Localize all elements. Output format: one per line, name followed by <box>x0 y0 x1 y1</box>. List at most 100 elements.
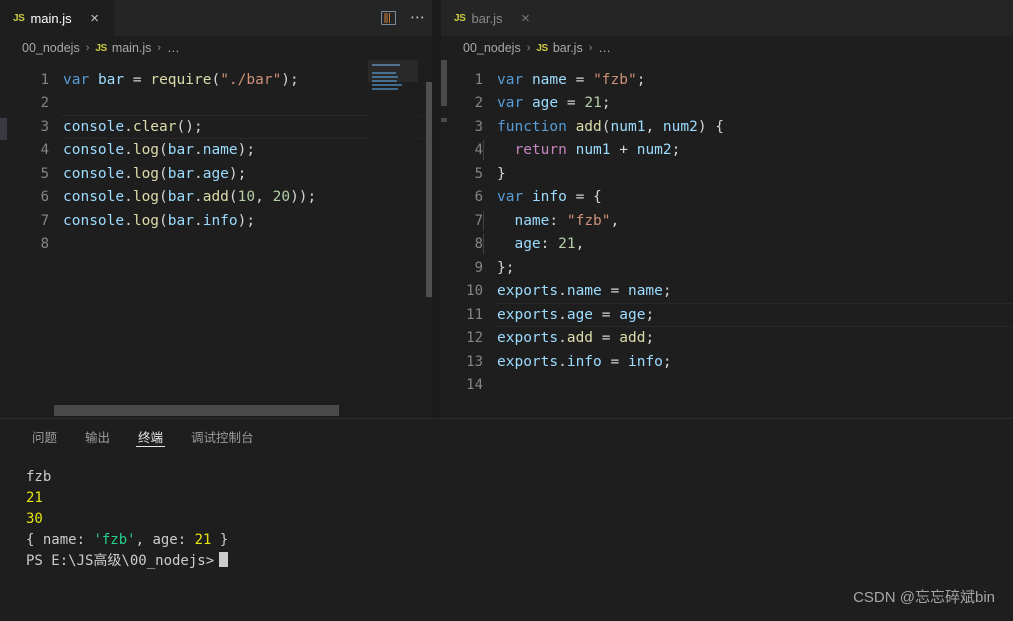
tab-main-js[interactable]: JS main.js × <box>0 0 114 36</box>
code-line[interactable]: 3 function add(num1, num2) { <box>441 115 1013 139</box>
code-line[interactable]: 7 console.log(bar.info); <box>7 209 440 233</box>
code-token: ( <box>159 142 168 159</box>
line-number: 11 <box>466 306 483 323</box>
code-token: exports <box>497 353 559 370</box>
code-line[interactable]: 1 var bar = require("./bar"); <box>7 68 440 92</box>
code-area-left[interactable]: 1 var bar = require("./bar"); 2 3 console.cl… <box>0 60 440 418</box>
line-text: console.clear(); <box>49 119 203 135</box>
panel-tab-3[interactable]: 调试控制台 <box>177 419 268 453</box>
line-number: 5 <box>474 165 483 182</box>
vscode-window: JS main.js × ⋯ 00_nodejs › JS main.js › … <box>0 0 1013 621</box>
code-line[interactable]: 13 exports.info = info; <box>441 350 1013 374</box>
breadcrumb-file[interactable]: bar.js <box>553 41 583 55</box>
code-token: }; <box>497 259 515 276</box>
terminal-text: 30 <box>26 511 43 527</box>
code-line[interactable]: 2 <box>7 92 440 116</box>
code-line[interactable]: 10 exports.name = name; <box>441 280 1013 304</box>
code-token: . <box>193 212 203 229</box>
line-text: console.log(bar.name); <box>49 142 255 158</box>
code-token: log <box>132 189 160 206</box>
code-line[interactable]: 4 console.log(bar.name); <box>7 139 440 163</box>
bottom-panel: 问题 输出 终端 调试控制台 fzb 21 30 { name: 'fzb', age: 2… <box>0 418 1013 621</box>
breadcrumb-separator: › <box>85 42 90 54</box>
panel-tab-1[interactable]: 输出 <box>71 419 124 453</box>
overview-decoration-left <box>0 60 7 418</box>
code-token: ); <box>228 165 247 182</box>
code-token: age <box>202 165 229 182</box>
more-actions-icon[interactable]: ⋯ <box>410 10 426 25</box>
code-line[interactable]: 6 console.log(bar.add(10, 20)); <box>7 186 440 210</box>
editor-group-area: JS main.js × ⋯ 00_nodejs › JS main.js › … <box>0 0 1013 418</box>
code-line[interactable]: 1 var name = "fzb"; <box>441 68 1013 92</box>
line-number: 7 <box>40 212 49 229</box>
line-text: } <box>483 166 506 182</box>
code-token: : <box>549 212 567 229</box>
line-number: 7 <box>474 212 483 229</box>
terminal-text: PS E:\JS高级\00_nodejs> <box>26 553 215 569</box>
breadcrumb-folder[interactable]: 00_nodejs <box>463 41 521 55</box>
breadcrumb-ellipsis[interactable]: … <box>598 41 611 55</box>
code-token: 20 <box>272 189 291 206</box>
tab-bar-js[interactable]: JS bar.js × <box>441 0 545 36</box>
line-number: 2 <box>40 95 49 112</box>
js-file-icon: JS <box>95 42 107 54</box>
terminal-text: 21 <box>194 532 212 548</box>
code-line[interactable]: 5 console.log(bar.age); <box>7 162 440 186</box>
code-token: . <box>124 212 133 229</box>
line-number: 12 <box>466 330 483 347</box>
breadcrumb-file[interactable]: main.js <box>112 41 152 55</box>
line-text: exports.name = name; <box>483 283 672 299</box>
close-icon[interactable]: × <box>88 11 102 26</box>
close-icon[interactable]: × <box>519 11 533 26</box>
editor-pane-right: JS bar.js × 00_nodejs › JS bar.js › … 1v… <box>441 0 1013 418</box>
code-token: = <box>593 330 620 347</box>
code-line[interactable]: 8 <box>7 233 440 257</box>
line-text: var bar = require("./bar"); <box>49 72 299 88</box>
code-token: add <box>202 189 229 206</box>
breadcrumb-ellipsis[interactable]: … <box>167 41 180 55</box>
panel-tab-0[interactable]: 问题 <box>18 419 71 453</box>
terminal-line: fzb <box>26 467 1013 488</box>
code-line[interactable]: 6 var info = { <box>441 186 1013 210</box>
code-token: = { <box>566 189 602 206</box>
code-token: bar <box>167 142 194 159</box>
code-token: ( <box>159 189 168 206</box>
code-token: = <box>558 95 585 112</box>
code-token: . <box>193 189 203 206</box>
code-lines-left[interactable]: 1 var bar = require("./bar"); 2 3 console.cl… <box>7 60 440 418</box>
code-line[interactable]: 14 <box>441 374 1013 398</box>
code-token: ); <box>281 71 299 88</box>
breadcrumb-left: 00_nodejs › JS main.js › … <box>0 36 440 60</box>
code-line[interactable]: 12 exports.add = add; <box>441 327 1013 351</box>
code-line[interactable]: 4 return num1 + num2; <box>441 139 1013 163</box>
code-area-right[interactable]: 1 var name = "fzb"; 2 var age = 21; 3 functio… <box>441 60 1013 418</box>
terminal-line: PS E:\JS高级\00_nodejs> <box>26 551 1013 572</box>
code-line[interactable]: 2 var age = 21; <box>441 92 1013 116</box>
breadcrumb-folder[interactable]: 00_nodejs <box>22 41 80 55</box>
panel-tab-2[interactable]: 终端 <box>124 419 177 453</box>
indent-guide <box>483 210 484 231</box>
code-token: num1 <box>610 118 646 135</box>
code-line[interactable]: 5} <box>441 162 1013 186</box>
split-editor-icon[interactable] <box>381 11 396 25</box>
code-token: var <box>497 95 524 112</box>
code-token: console <box>63 189 125 206</box>
code-line[interactable]: 11 exports.age = age; <box>441 303 1013 327</box>
code-line[interactable]: 8 age: 21, <box>441 233 1013 257</box>
code-line[interactable]: 9}; <box>441 256 1013 280</box>
code-token: (); <box>176 118 203 135</box>
code-lines-right[interactable]: 1 var name = "fzb"; 2 var age = 21; 3 functio… <box>441 60 1013 418</box>
code-token: ( <box>159 165 168 182</box>
scrollbar-thumb[interactable] <box>54 405 339 416</box>
terminal-line: { name: 'fzb', age: 21 } <box>26 530 1013 551</box>
pane-divider[interactable] <box>432 0 440 418</box>
code-token: add <box>566 330 594 347</box>
code-token: ); <box>237 212 256 229</box>
horizontal-scrollbar-left[interactable] <box>54 405 418 416</box>
code-line[interactable]: 3 console.clear(); <box>7 115 440 139</box>
code-line[interactable]: 7 name: "fzb", <box>441 209 1013 233</box>
tabbar-left: JS main.js × ⋯ <box>0 0 440 36</box>
code-token: name <box>627 283 663 300</box>
line-number: 3 <box>40 118 49 135</box>
